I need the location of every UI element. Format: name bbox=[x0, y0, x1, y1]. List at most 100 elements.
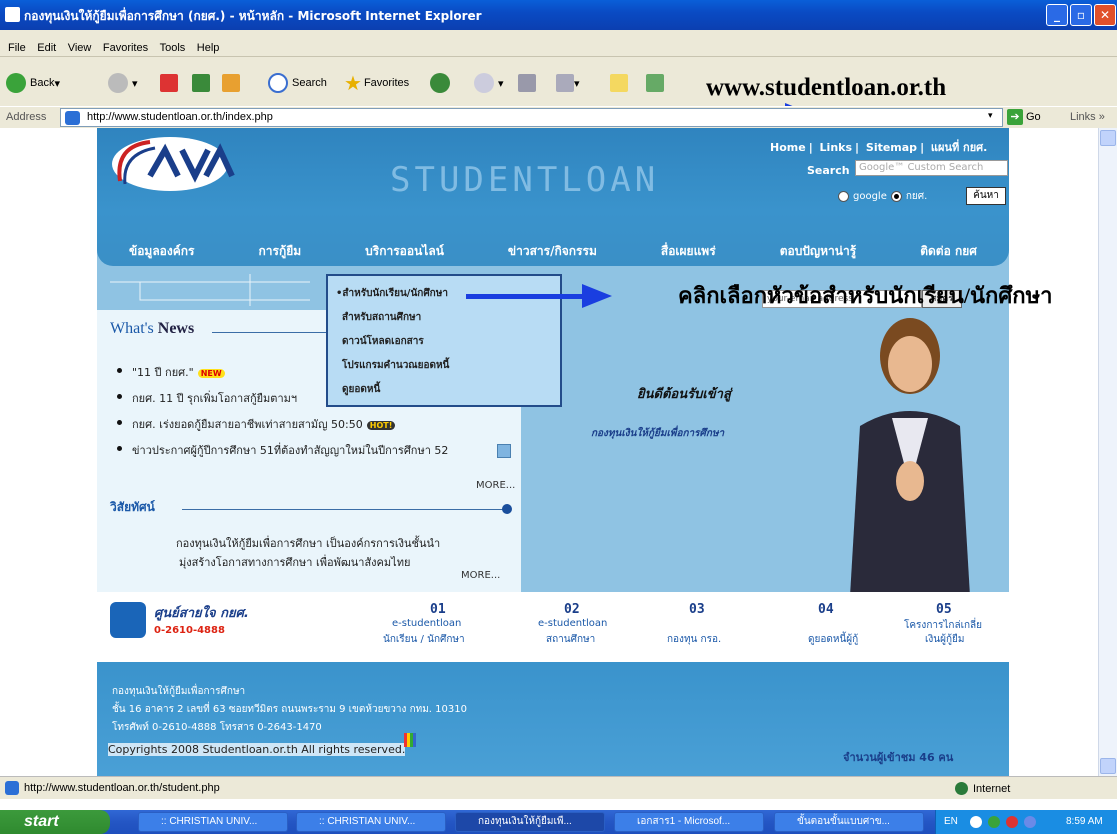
nav-online-services[interactable]: บริการออนไลน์ bbox=[365, 242, 444, 261]
mail-button[interactable]: ▾ bbox=[474, 72, 504, 94]
menu-item-students[interactable]: •สำหรับนักเรียน/นักศึกษา bbox=[336, 286, 448, 301]
news-more-link[interactable]: MORE... bbox=[476, 480, 515, 491]
forward-button[interactable]: ▾ bbox=[108, 72, 138, 94]
quick-link-mediation-sub[interactable]: เงินผู้กู้ยืม bbox=[925, 632, 965, 647]
vision-more-link[interactable]: MORE... bbox=[461, 570, 500, 581]
print-button[interactable] bbox=[518, 72, 536, 94]
back-tray-icon[interactable] bbox=[970, 816, 982, 828]
messenger-button[interactable] bbox=[646, 72, 664, 94]
minimize-button[interactable]: _ bbox=[1046, 4, 1068, 26]
menu-edit[interactable]: Edit bbox=[37, 42, 56, 54]
hot-badge: HOT! bbox=[366, 421, 396, 430]
maximize-button[interactable]: ▫ bbox=[1070, 4, 1092, 26]
nav-faq[interactable]: ตอบปัญหาน่ารู้ bbox=[780, 242, 857, 261]
top-links: Home | Links | Sitemap | แผนที่ กยศ. bbox=[770, 141, 988, 154]
footer-phone: โทรศัพท์ 0-2610-4888 โทรสาร 0-2643-1470 bbox=[112, 722, 322, 733]
search-scope-radios: google กยศ. bbox=[834, 189, 927, 204]
menu-view[interactable]: View bbox=[68, 42, 92, 54]
decorative-circuit-lines bbox=[110, 274, 310, 306]
news-item[interactable]: กยศ. 11 ปี รุกเพิ่มโอกาสกู้ยืมตามฯ bbox=[116, 389, 297, 407]
address-dropdown-icon[interactable]: ▾ bbox=[988, 111, 993, 121]
start-button[interactable]: start bbox=[0, 810, 110, 834]
close-button[interactable]: ✕ bbox=[1094, 4, 1116, 26]
taskbar-item[interactable]: :: CHRISTIAN UNIV... bbox=[296, 812, 446, 832]
quick-link-institutions-sub[interactable]: สถานศึกษา bbox=[546, 632, 595, 647]
window-title-bar[interactable]: กองทุนเงินให้กู้ยืมเพื่อการศึกษา (กยศ.) … bbox=[0, 0, 1117, 30]
window-title: กองทุนเงินให้กู้ยืมเพื่อการศึกษา (กยศ.) … bbox=[24, 9, 482, 23]
history-button[interactable] bbox=[430, 72, 454, 94]
home-button[interactable] bbox=[222, 72, 240, 94]
scroll-up-icon[interactable] bbox=[1100, 130, 1116, 146]
discuss-button[interactable] bbox=[610, 72, 628, 94]
news-item[interactable]: "11 ปี กยศ." NEW bbox=[117, 363, 225, 381]
quick-link-balance[interactable]: ดูยอดหนี้ผู้กู้ bbox=[808, 632, 858, 647]
menu-item-downloads[interactable]: ดาวน์โหลดเอกสาร bbox=[342, 334, 424, 349]
menu-tools[interactable]: Tools bbox=[160, 42, 186, 54]
taskbar-item[interactable]: :: CHRISTIAN UNIV... bbox=[138, 812, 288, 832]
presenter-photo bbox=[850, 318, 970, 596]
toplink-map[interactable]: แผนที่ กยศ. bbox=[931, 141, 987, 154]
tray-icon[interactable] bbox=[988, 816, 1000, 828]
menu-help[interactable]: Help bbox=[197, 42, 220, 54]
tray-icon[interactable] bbox=[1006, 816, 1018, 828]
vision-dot-icon bbox=[502, 504, 512, 514]
taskbar-item-active[interactable]: กองทุนเงินให้กู้ยืมเพื... bbox=[455, 812, 605, 832]
status-bar: http://www.studentloan.or.th/student.php… bbox=[0, 776, 1117, 799]
radio-google[interactable] bbox=[838, 191, 849, 202]
radio-kysh[interactable] bbox=[890, 191, 902, 202]
stop-button[interactable] bbox=[160, 72, 178, 94]
annotation-url: www.studentloan.or.th bbox=[706, 74, 947, 101]
menu-item-institutions[interactable]: สำหรับสถานศึกษา bbox=[342, 310, 421, 325]
tray-icon[interactable] bbox=[1024, 816, 1036, 828]
site-search-button[interactable]: ค้นหา bbox=[966, 187, 1006, 205]
favorites-button[interactable]: ★ Favorites bbox=[344, 72, 409, 95]
go-button[interactable]: ➔ Go bbox=[1007, 109, 1041, 125]
edit-button[interactable]: ▾ bbox=[556, 72, 580, 94]
search-button[interactable]: Search bbox=[268, 72, 327, 94]
nav-contact[interactable]: ติดต่อ กยศ bbox=[920, 242, 977, 261]
news-scroll-down-icon[interactable] bbox=[497, 444, 511, 458]
address-bar: Address http://www.studentloan.or.th/ind… bbox=[0, 106, 1117, 128]
site-search-label: Search bbox=[807, 164, 850, 177]
clock: 8:59 AM bbox=[1066, 816, 1103, 827]
news-item[interactable]: ข่าวประกาศผู้กู้ปีการศึกษา 51ที่ต้องทำสั… bbox=[116, 441, 448, 459]
stats-counter-icon[interactable] bbox=[404, 733, 416, 747]
menu-item-check-balance[interactable]: ดูยอดหนี้ bbox=[342, 382, 380, 397]
status-url: http://www.studentloan.or.th/student.php bbox=[24, 782, 220, 794]
welcome-subheading: กองทุนเงินให้กู้ยืมเพื่อการศึกษา bbox=[591, 428, 725, 439]
taskbar-item[interactable]: เอกสาร1 - Microsof... bbox=[614, 812, 764, 832]
menu-file[interactable]: File bbox=[8, 42, 26, 54]
refresh-button[interactable] bbox=[192, 72, 210, 94]
site-search-input[interactable]: Google™ Custom Search bbox=[855, 160, 1008, 176]
nav-loan[interactable]: การกู้ยืม bbox=[259, 242, 302, 261]
toplink-links[interactable]: Links bbox=[820, 141, 852, 154]
quick-link-mediation[interactable]: โครงการไกล่เกลี่ย bbox=[904, 618, 982, 633]
back-button[interactable]: Back ▾ bbox=[6, 72, 60, 94]
news-title: What's News bbox=[110, 320, 195, 337]
menu-favorites[interactable]: Favorites bbox=[103, 42, 148, 54]
annotation-callout: คลิกเลือกหัวข้อสำหรับนักเรียน/นักศึกษา bbox=[678, 283, 1053, 308]
news-item[interactable]: กยศ. เร่งยอดกู้ยืมสายอาชีพเท่าสายสามัญ 5… bbox=[116, 415, 396, 433]
toplink-sitemap[interactable]: Sitemap bbox=[866, 141, 917, 154]
language-indicator[interactable]: EN bbox=[944, 810, 958, 834]
nav-media[interactable]: สื่อเผยแพร่ bbox=[661, 242, 716, 261]
toplink-home[interactable]: Home bbox=[770, 141, 806, 154]
scroll-down-icon[interactable] bbox=[1100, 758, 1116, 774]
menu-item-debt-calculator[interactable]: โปรแกรมคำนวณยอดหนี้ bbox=[342, 358, 449, 373]
quick-link-institutions[interactable]: e-studentloan bbox=[538, 618, 607, 629]
ie-app-icon bbox=[5, 7, 20, 22]
quick-link-number: 01 bbox=[430, 602, 446, 617]
taskbar-item[interactable]: ขั้นตอนขั้นแบบศาข... bbox=[774, 812, 924, 832]
mail-icon bbox=[474, 73, 494, 93]
nav-news[interactable]: ข่าวสาร/กิจกรรม bbox=[508, 242, 597, 261]
kysh-logo[interactable] bbox=[110, 136, 260, 194]
nav-organization[interactable]: ข้อมูลองค์กร bbox=[129, 242, 194, 261]
menu-bar: File Edit View Favorites Tools Help bbox=[0, 30, 1117, 57]
quick-link-students[interactable]: e-studentloan bbox=[392, 618, 461, 629]
address-input[interactable]: http://www.studentloan.or.th/index.php bbox=[60, 108, 1003, 127]
links-label[interactable]: Links » bbox=[1070, 111, 1105, 123]
quick-link-krorc[interactable]: กองทุน กรอ. bbox=[667, 632, 721, 647]
quick-link-students-sub[interactable]: นักเรียน / นักศึกษา bbox=[383, 632, 465, 647]
vertical-scrollbar[interactable] bbox=[1098, 128, 1117, 776]
vision-title: วิสัยทัศน์ bbox=[110, 500, 155, 514]
